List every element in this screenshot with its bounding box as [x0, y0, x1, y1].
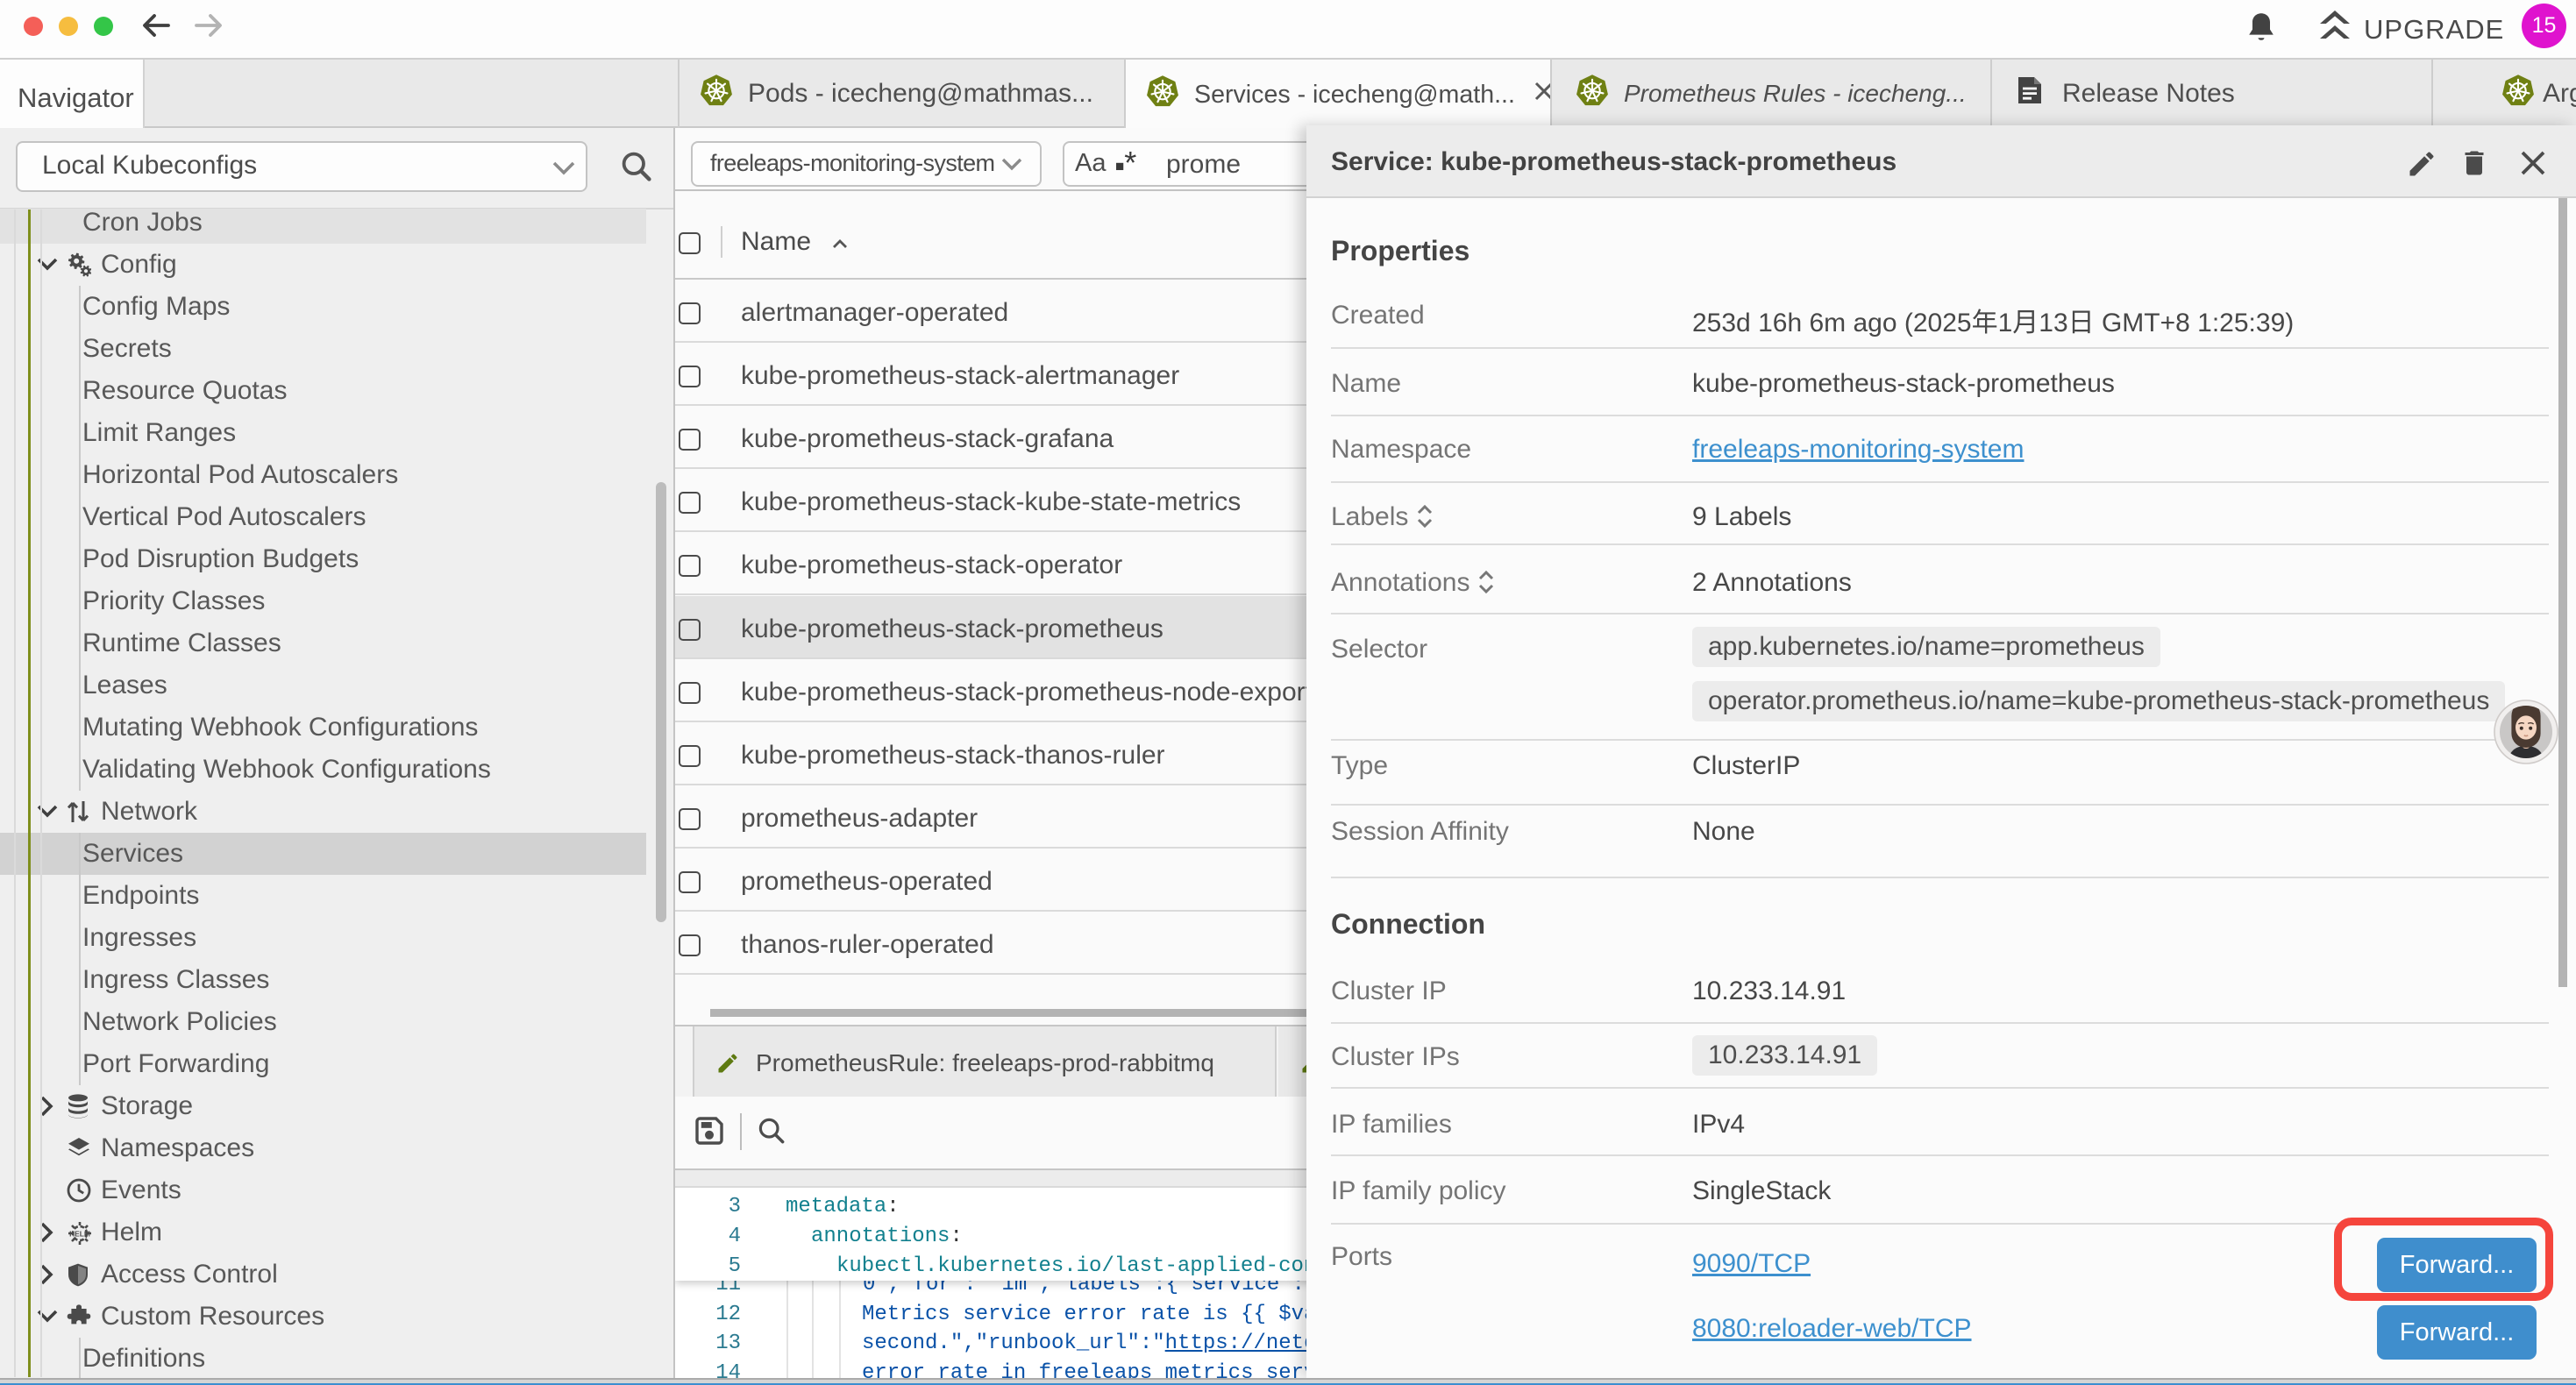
svg-text:HELM: HELM [69, 1230, 90, 1239]
